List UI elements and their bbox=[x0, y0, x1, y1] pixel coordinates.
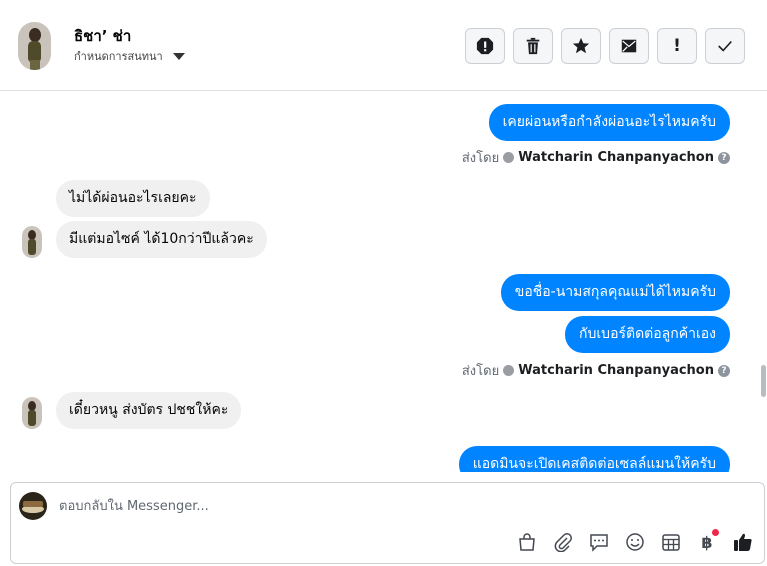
reply-composer: ฿ bbox=[10, 482, 765, 564]
attach-button[interactable] bbox=[551, 530, 575, 554]
baht-icon: ฿ bbox=[701, 532, 713, 552]
delete-button[interactable] bbox=[513, 28, 553, 64]
mark-unread-icon bbox=[621, 39, 637, 53]
message-incoming[interactable]: มีแต่มอไซค์ ได้10กว่าปีแล้วคะ bbox=[56, 221, 267, 258]
help-icon[interactable]: ? bbox=[718, 364, 730, 377]
like-button[interactable] bbox=[731, 530, 755, 554]
message-outgoing[interactable]: กับเบอร์ติดต่อลูกค้าเอง bbox=[565, 316, 730, 353]
verified-icon bbox=[503, 152, 515, 163]
payment-button[interactable]: ฿ bbox=[695, 529, 719, 554]
sender-name[interactable]: Watcharin Chanpanyachon bbox=[518, 363, 714, 378]
message-outgoing[interactable]: เคยผ่อนหรือกำลังผ่อนอะไรไหมครับ bbox=[488, 104, 730, 141]
emoji-button[interactable] bbox=[623, 530, 647, 554]
mark-unread-button[interactable] bbox=[609, 28, 649, 64]
reply-input[interactable] bbox=[59, 495, 659, 517]
star-icon bbox=[572, 37, 590, 54]
verified-icon bbox=[503, 365, 515, 376]
star-button[interactable] bbox=[561, 28, 601, 64]
sender-name[interactable]: Watcharin Chanpanyachon bbox=[518, 150, 714, 165]
paperclip-icon bbox=[554, 533, 572, 552]
shop-button[interactable] bbox=[515, 530, 539, 554]
priority-icon: ! bbox=[673, 36, 681, 56]
sent-by-prefix: ส่งโดย bbox=[461, 364, 500, 379]
help-icon[interactable]: ? bbox=[718, 151, 730, 164]
thumbs-up-icon bbox=[734, 533, 752, 551]
conversation-toolbar: ! bbox=[465, 28, 745, 64]
sent-by-line: ส่งโดย Watcharin Chanpanyachon ? bbox=[462, 360, 730, 381]
composer-actions: ฿ bbox=[515, 529, 755, 554]
contact-mini-avatar[interactable] bbox=[22, 226, 42, 258]
chat-bubble-icon bbox=[590, 534, 608, 552]
thread-scrollbar[interactable] bbox=[761, 91, 767, 472]
message-outgoing[interactable]: แอดมินจะเปิดเคสติดต่อเซลล์แมนให้ครับ bbox=[458, 446, 730, 472]
message-incoming[interactable]: เดี๋ยวหนู ส่งบัตร ปชชให้คะ bbox=[56, 392, 242, 429]
appointment-button[interactable] bbox=[659, 530, 683, 554]
contact-name[interactable]: ธิชา’ ช่า bbox=[74, 24, 131, 48]
conversation-header: ธิชา’ ช่า กำหนดการสนทนา ! bbox=[0, 0, 767, 91]
mark-done-button[interactable] bbox=[705, 28, 745, 64]
contact-mini-avatar[interactable] bbox=[22, 397, 42, 429]
sent-by-line: ส่งโดย Watcharin Chanpanyachon ? bbox=[462, 147, 730, 168]
page-avatar bbox=[19, 492, 47, 520]
saved-replies-button[interactable] bbox=[587, 530, 611, 554]
emoji-icon bbox=[626, 533, 644, 551]
trash-icon bbox=[526, 37, 540, 55]
message-thread[interactable]: เคยผ่อนหรือกำลังผ่อนอะไรไหมครับ ส่งโดย W… bbox=[0, 91, 767, 472]
spam-icon bbox=[476, 37, 494, 55]
shopping-bag-icon bbox=[519, 533, 535, 551]
done-icon bbox=[718, 40, 732, 52]
message-outgoing[interactable]: ขอชื่อ-นามสกุลคุณแม่ได้ไหมครับ bbox=[500, 274, 730, 311]
message-incoming[interactable]: ไม่ได้ผ่อนอะไรเลยคะ bbox=[56, 180, 210, 217]
conversation-schedule-dropdown[interactable]: กำหนดการสนทนา bbox=[74, 47, 185, 65]
calendar-grid-icon bbox=[662, 534, 680, 551]
caret-down-icon bbox=[172, 52, 185, 60]
contact-avatar[interactable] bbox=[18, 22, 51, 70]
scrollbar-thumb[interactable] bbox=[761, 365, 766, 397]
schedule-label: กำหนดการสนทนา bbox=[74, 50, 163, 63]
mark-spam-button[interactable] bbox=[465, 28, 505, 64]
notification-dot bbox=[712, 529, 719, 536]
sent-by-prefix: ส่งโดย bbox=[461, 151, 500, 166]
priority-button[interactable]: ! bbox=[657, 28, 697, 64]
